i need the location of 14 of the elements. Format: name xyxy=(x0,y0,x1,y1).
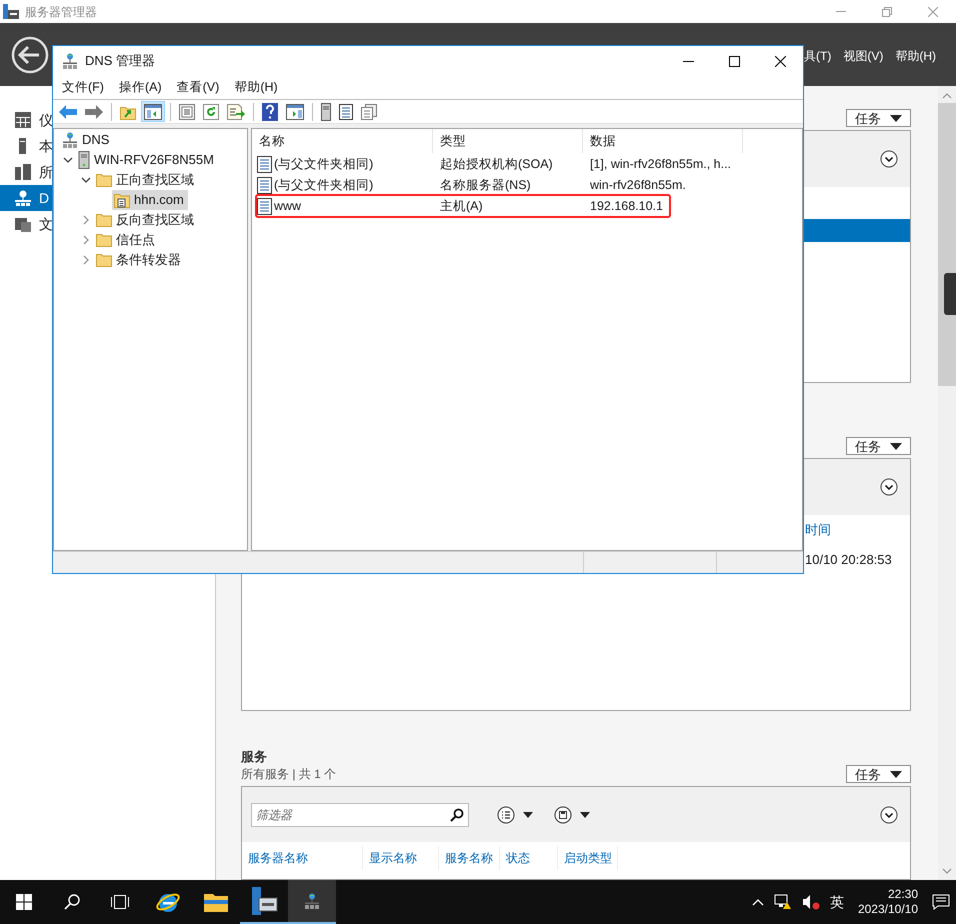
table-cell-text: 名称服务器(NS) xyxy=(439,176,532,194)
table-cell-text: (与父文件夹相同) xyxy=(274,176,374,194)
section-subtitle: 所有服务 | 共 1 个 xyxy=(241,766,336,783)
table-cell-text: 10/10 20:28:53 xyxy=(805,551,893,569)
section-title: 服务 xyxy=(241,749,268,765)
table-cell-text: (与父文件夹相同) xyxy=(274,156,374,173)
window-title: 服务器管理器 xyxy=(25,4,97,20)
table-cell-text: 主机(A) xyxy=(439,198,484,215)
table-cell-text: win-rfv26f8n55m. xyxy=(589,176,687,194)
table-cell-text: 起始授权机构(SOA) xyxy=(439,156,554,173)
table-cell-text: 192.168.10.1 xyxy=(589,198,664,215)
window-title: DNS 管理器 xyxy=(85,52,156,70)
table-cell-text: [1], win-rfv26f8n55m., h... xyxy=(589,156,732,173)
table-cell-text: www xyxy=(274,198,302,215)
